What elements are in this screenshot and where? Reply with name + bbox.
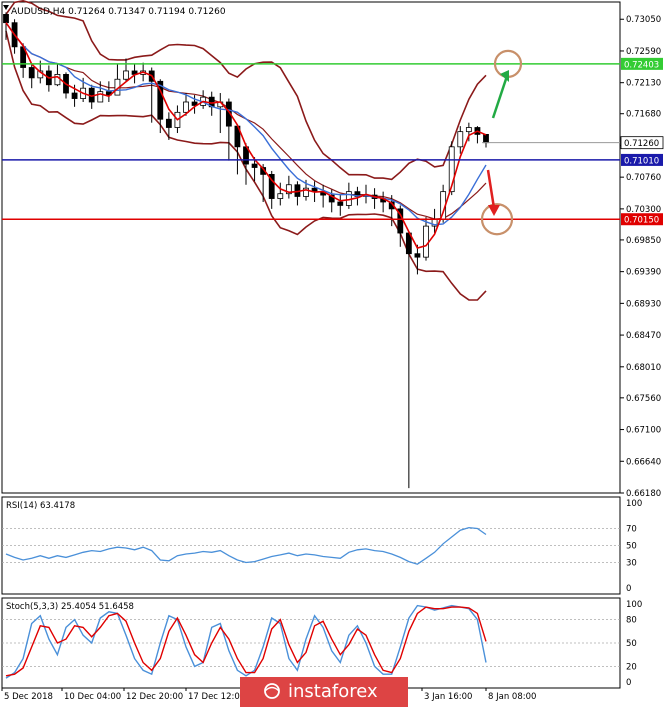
trading-chart: 0.730500.725900.721300.716800.712200.707… — [0, 0, 665, 707]
candle-body — [28, 67, 35, 79]
symbol-header: AUDUSD,H4 0.71264 0.71347 0.71194 0.7126… — [3, 5, 226, 17]
candle-body — [71, 92, 78, 99]
candle-body — [3, 14, 9, 24]
candle-body — [414, 253, 421, 258]
candle-body — [277, 193, 284, 199]
y-tick-label: 0.67100 — [626, 426, 661, 436]
rsi-tick-label: 100 — [626, 499, 642, 509]
x-tick-label: 10 Dec 04:00 — [64, 692, 121, 702]
stoch-tick-label: 50 — [626, 639, 637, 649]
candle-body — [457, 131, 464, 148]
y-tick-label: 0.66640 — [626, 457, 661, 467]
stoch-tick-label: 20 — [626, 662, 637, 672]
y-tick-label: 0.72590 — [626, 47, 661, 57]
level-price-label: 0.71010 — [624, 156, 659, 166]
y-tick-label: 0.67560 — [626, 394, 661, 404]
x-tick-label: 3 Jan 16:00 — [424, 692, 472, 702]
stoch-tick-label: 80 — [626, 616, 637, 626]
candle-body — [183, 101, 189, 113]
current-price-label: 0.71260 — [624, 139, 659, 149]
rsi-tick-label: 30 — [626, 559, 637, 569]
y-tick-label: 0.72130 — [626, 79, 661, 89]
candle-body — [423, 225, 429, 258]
y-tick-label: 0.68470 — [626, 331, 661, 341]
candle-body — [123, 70, 129, 80]
x-tick-label: 17 Dec 12:00 — [188, 692, 245, 702]
y-tick-label: 0.66180 — [626, 489, 661, 499]
level-price-label: 0.72403 — [624, 60, 659, 70]
rsi-tick-label: 70 — [626, 525, 637, 535]
x-tick-label: 8 Jan 08:00 — [488, 692, 536, 702]
y-tick-label: 0.68010 — [626, 363, 661, 373]
chart-canvas: 0.730500.725900.721300.716800.712200.707… — [0, 0, 665, 707]
y-tick-label: 0.69850 — [626, 236, 661, 246]
candle-body — [337, 201, 344, 206]
rsi-label: RSI(14) 63.4178 — [6, 501, 75, 511]
candle-body — [251, 163, 258, 168]
rsi-tick-label: 50 — [626, 542, 637, 552]
watermark: instaforex — [240, 677, 408, 707]
level-price-label: 0.70150 — [624, 216, 659, 226]
x-tick-label: 12 Dec 20:00 — [126, 692, 183, 702]
y-tick-label: 0.73050 — [626, 15, 661, 25]
candle-body — [483, 134, 489, 144]
stoch-tick-label: 0 — [626, 678, 631, 688]
rsi-tick-label: 0 — [626, 584, 631, 594]
y-tick-label: 0.70760 — [626, 173, 661, 183]
y-tick-label: 0.68930 — [626, 299, 661, 309]
stoch-label: Stoch(5,3,3) 25.4054 51.6458 — [6, 602, 134, 612]
stoch-tick-label: 100 — [626, 600, 642, 610]
y-tick-label: 0.69390 — [626, 268, 661, 278]
candle-body — [465, 127, 472, 133]
y-tick-label: 0.71680 — [626, 110, 661, 120]
symbol-header-text: AUDUSD,H4 0.71264 0.71347 0.71194 0.7126… — [11, 7, 226, 17]
x-tick-label: 5 Dec 2018 — [4, 692, 53, 702]
candle-body — [165, 118, 172, 128]
watermark-text: instaforex — [288, 681, 378, 702]
